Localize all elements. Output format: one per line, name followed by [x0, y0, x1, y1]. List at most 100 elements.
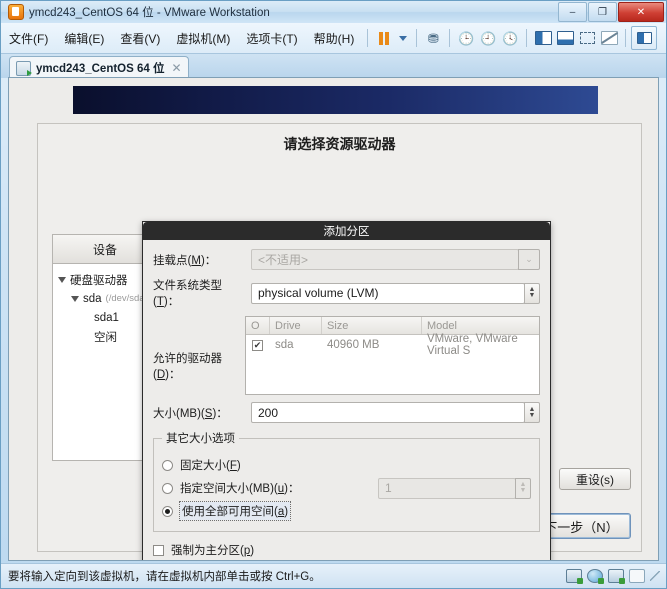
fs-type-row: 文件系统类型(T)： physical volume (LVM) ▲ ▼	[153, 277, 540, 309]
close-icon[interactable]: ✕	[171, 61, 181, 75]
checkbox-force-primary[interactable]: 强制为主分区(p)	[153, 540, 540, 560]
resize-grip-icon[interactable]	[650, 571, 660, 581]
size-value: 200	[258, 405, 279, 420]
toolbar-separator	[625, 29, 627, 47]
toolbar: ⛃ 🕒 🕘 🕓	[373, 26, 658, 50]
tree-label: 硬盘驱动器	[70, 274, 128, 287]
show-library-icon[interactable]	[532, 28, 554, 48]
guest-screen[interactable]: 请选择资源驱动器 设备 硬盘驱动器 sda (/dev/sda) sda1 空闲…	[8, 77, 659, 561]
mount-point-label: 挂载点(M)：	[153, 254, 217, 267]
menu-view[interactable]: 查看(V)	[112, 27, 168, 50]
checkbox-force-primary-label: 强制为主分区(p)	[171, 545, 255, 557]
tree-label: 空闲	[94, 331, 117, 344]
toolbar-separator	[416, 29, 418, 47]
radio-fixed-size-label: 固定大小(F)	[180, 460, 241, 472]
drive-checkbox[interactable]: ✔	[252, 339, 263, 351]
window-controls: – ❐ ✕	[558, 2, 664, 22]
chevron-down-icon[interactable]	[58, 276, 66, 283]
status-message: 要将输入定向到该虚拟机，请在虚拟机内部单击或按 Ctrl+G。	[8, 571, 321, 583]
dialog-title: 添加分区	[143, 222, 550, 240]
statusbar: 要将输入定向到该虚拟机，请在虚拟机内部单击或按 Ctrl+G。	[1, 563, 666, 588]
vm-power-icon	[16, 60, 32, 76]
size-input[interactable]: 200	[251, 402, 525, 423]
drive-size: 40960 MB	[327, 339, 380, 351]
usb-activity-icon[interactable]	[608, 569, 625, 584]
reset-button[interactable]: 重设(s)	[559, 468, 631, 490]
minimize-button[interactable]: –	[558, 2, 587, 22]
menu-file[interactable]: 文件(F)	[1, 27, 56, 50]
dropdown-caret-icon[interactable]	[395, 28, 411, 48]
fill-to-size-input: 1	[378, 477, 516, 499]
radio-fill-all-indicator[interactable]	[162, 505, 173, 517]
mount-point-row: 挂载点(M)： <不适用> ⌄	[153, 249, 540, 270]
tree-label: sda1	[94, 311, 119, 324]
installer-heading: 请选择资源驱动器	[283, 136, 396, 152]
radio-fill-all[interactable]: 使用全部可用空间(a)	[162, 501, 531, 521]
tree-label: sda	[83, 292, 102, 305]
size-options-legend: 其它大小选项	[166, 433, 235, 445]
toolbar-separator	[526, 29, 528, 47]
radio-fixed-size-indicator[interactable]	[162, 459, 173, 471]
allowed-drives-label: 允许的驱动器(D)：	[153, 353, 222, 381]
message-log-icon[interactable]	[629, 569, 645, 583]
menu-tabs[interactable]: 选项卡(T)	[238, 27, 305, 50]
drive-name: sda	[275, 339, 294, 351]
size-row: 大小(MB)(S)： 200 ▲ ▼	[153, 402, 540, 423]
revert-snapshot-icon: 🕘	[480, 30, 497, 46]
centos-installer: 请选择资源驱动器 设备 硬盘驱动器 sda (/dev/sda) sda1 空闲…	[9, 78, 658, 560]
size-label: 大小(MB)(S)：	[153, 407, 228, 420]
checkbox-force-primary-indicator[interactable]	[153, 544, 164, 556]
tab-vm-ymcd243[interactable]: ymcd243_CentOS 64 位 ✕	[9, 56, 189, 79]
toolbar-separator	[367, 29, 369, 47]
installer-banner	[73, 86, 598, 114]
window-title: ymcd243_CentOS 64 位 - VMware Workstation	[29, 7, 270, 19]
full-screen-icon[interactable]	[576, 28, 598, 48]
take-snapshot-icon[interactable]: 🕒	[455, 28, 477, 48]
next-button-label: 下一步（N）	[544, 519, 619, 535]
allowed-drives-row: 允许的驱动器(D)： O Drive Size Model ✔ sda 4096…	[153, 316, 540, 395]
status-icon-tray	[566, 569, 660, 584]
mount-point-value: <不适用>	[258, 253, 309, 267]
column-header-size: Size	[322, 317, 422, 334]
show-thumbnails-icon[interactable]	[554, 28, 576, 48]
snapshot-manager-icon[interactable]: ⛃	[422, 28, 444, 48]
fs-type-spinner-icon[interactable]: ▲ ▼	[524, 282, 540, 304]
size-spinner-icon[interactable]: ▲ ▼	[524, 402, 540, 423]
tab-strip: ymcd243_CentOS 64 位 ✕	[1, 53, 666, 79]
table-row[interactable]: ✔ sda 40960 MB VMware, VMware Virtual S	[246, 333, 539, 357]
dialog-body: 挂载点(M)： <不适用> ⌄ 文件系统类型(T)： physical volu…	[143, 240, 550, 560]
fs-type-combo[interactable]: physical volume (LVM)	[251, 282, 525, 304]
drive-model: VMware, VMware Virtual S	[427, 333, 518, 357]
maximize-button[interactable]: ❐	[588, 2, 617, 22]
radio-fill-all-label: 使用全部可用空间(a)	[178, 501, 292, 521]
manage-snapshots-icon[interactable]: 🕓	[499, 28, 521, 48]
radio-fill-to-size[interactable]: 指定空间大小(MB)(u)： 1 ▲ ▼	[162, 477, 531, 499]
fs-type-label: 文件系统类型(T)：	[153, 280, 222, 308]
additional-size-options-group: 其它大小选项 固定大小(F) 指定空间大小(MB)(u)： 1 ▲ ▼ 使用全部…	[153, 430, 540, 532]
fill-to-size-spinner-icon: ▲ ▼	[515, 477, 531, 499]
close-button[interactable]: ✕	[618, 2, 664, 22]
tab-label: ymcd243_CentOS 64 位	[36, 63, 165, 75]
network-activity-icon[interactable]	[587, 569, 604, 584]
fs-type-value: physical volume (LVM)	[258, 286, 379, 300]
menu-edit[interactable]: 编辑(E)	[56, 27, 112, 50]
chevron-down-icon[interactable]	[71, 295, 79, 302]
disk-activity-icon[interactable]	[566, 569, 583, 584]
pause-icon[interactable]	[373, 28, 395, 48]
vmware-workstation-window: ymcd243_CentOS 64 位 - VMware Workstation…	[0, 0, 667, 589]
column-header-check: O	[246, 317, 270, 334]
radio-fill-to-size-label: 指定空间大小(MB)(u)：	[180, 483, 300, 495]
column-header-model: Model	[427, 319, 457, 332]
vmware-icon	[8, 4, 24, 20]
allowed-drives-table[interactable]: O Drive Size Model ✔ sda 40960 MB VMware…	[245, 316, 540, 395]
window-titlebar: ymcd243_CentOS 64 位 - VMware Workstation…	[1, 1, 666, 23]
radio-fill-to-size-indicator[interactable]	[162, 482, 173, 494]
unity-mode-icon	[598, 28, 620, 48]
radio-fixed-size[interactable]: 固定大小(F)	[162, 455, 531, 475]
chevron-down-icon: ⌄	[518, 249, 540, 270]
console-view-icon[interactable]	[631, 26, 658, 50]
toolbar-separator	[449, 29, 451, 47]
menu-vm[interactable]: 虚拟机(M)	[168, 27, 238, 50]
column-header-drive: Drive	[270, 317, 322, 334]
menu-help[interactable]: 帮助(H)	[306, 27, 363, 50]
